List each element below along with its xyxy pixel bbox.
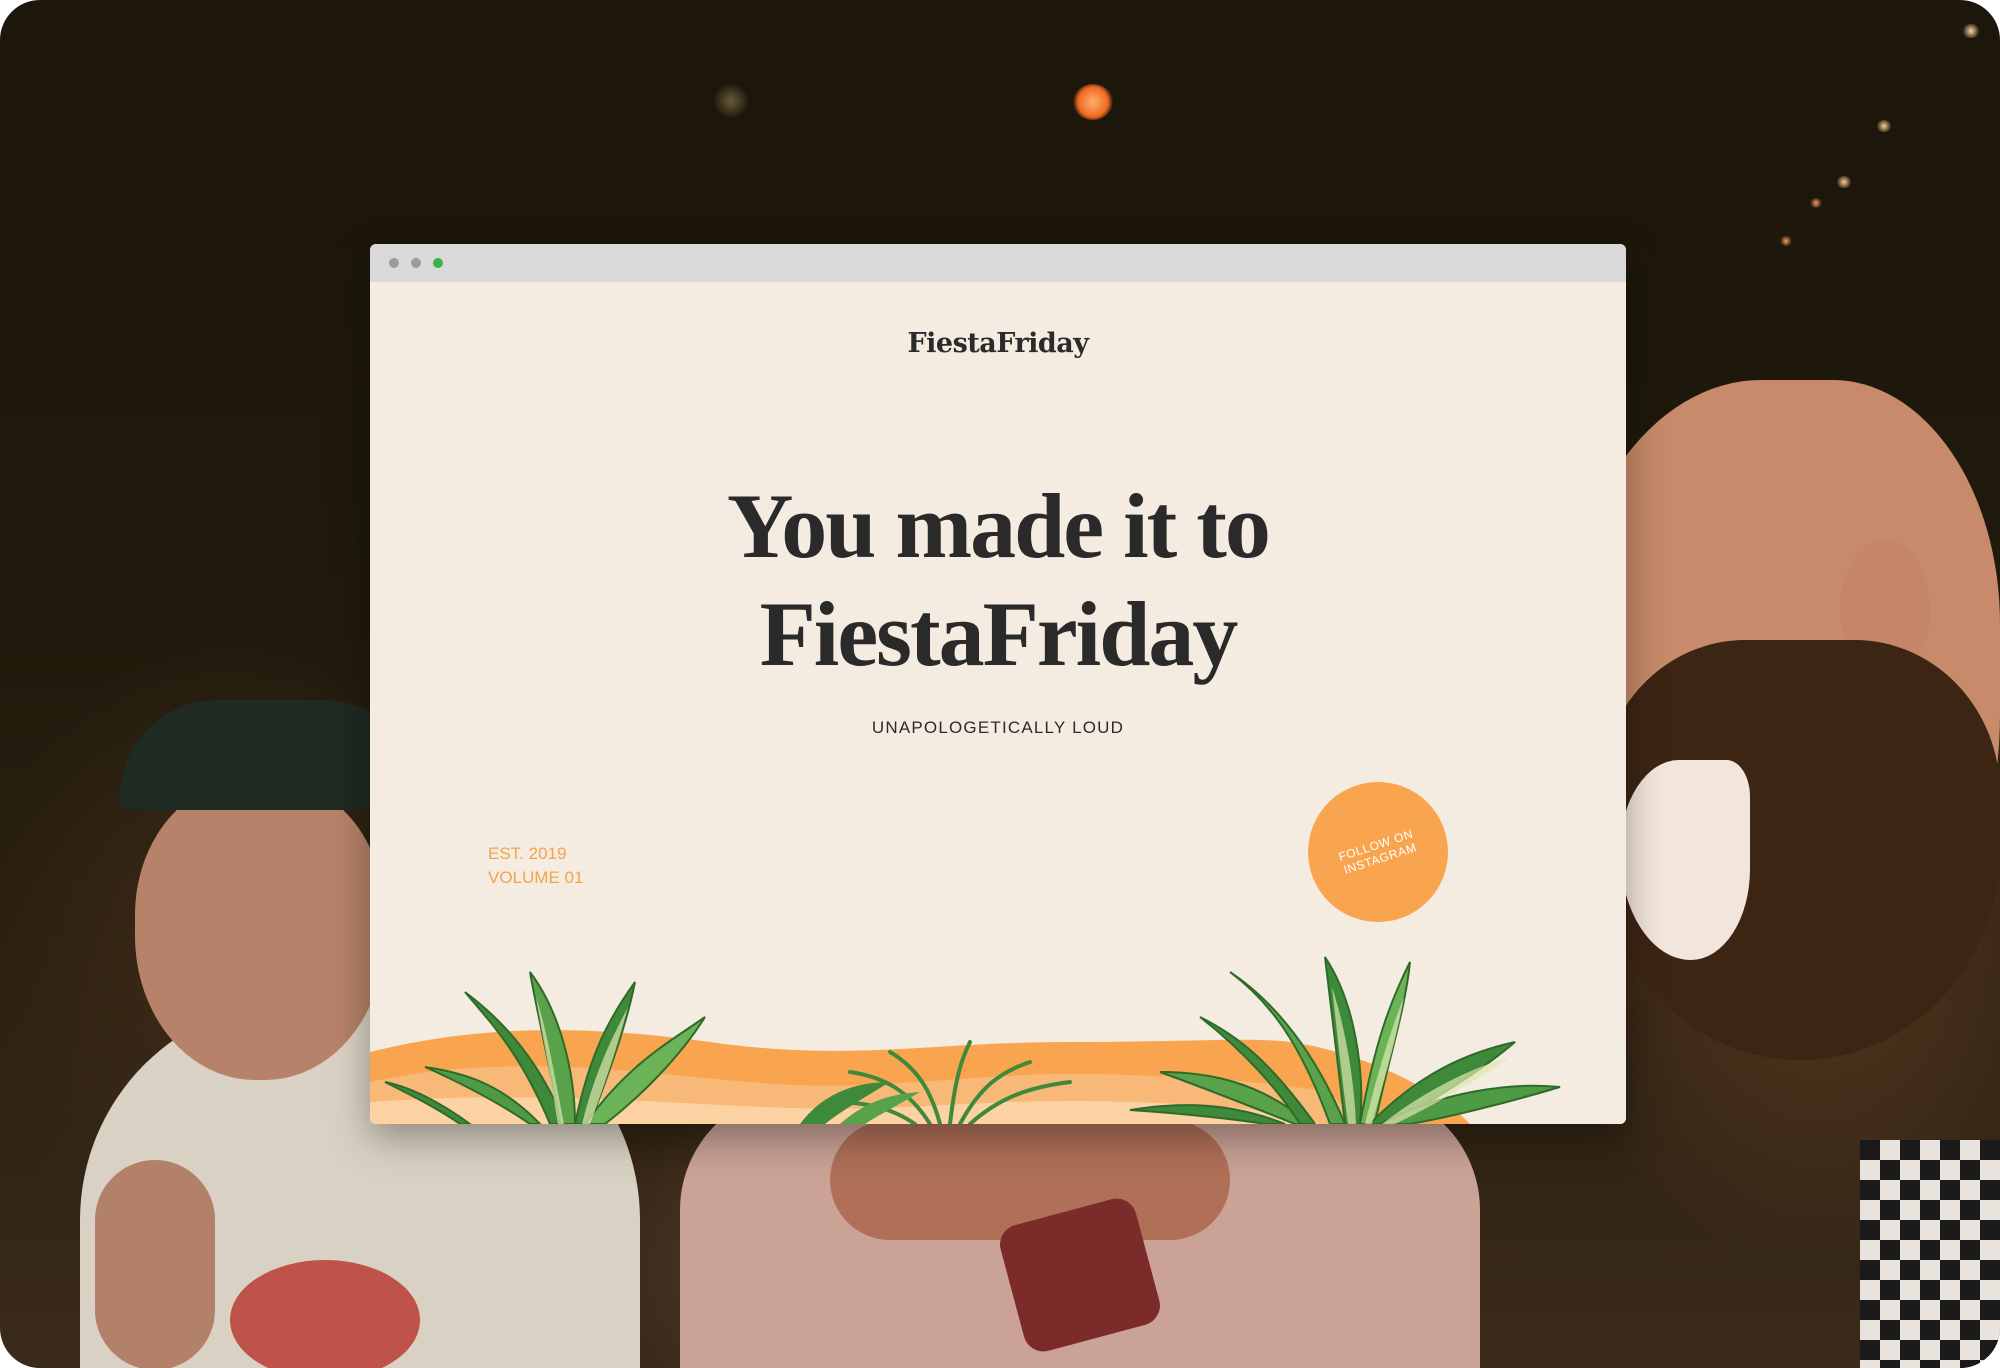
site-logo[interactable]: FiestaFriday xyxy=(370,328,1626,359)
follow-instagram-label: FOLLOW ON INSTAGRAM xyxy=(1331,825,1425,879)
window-close-button[interactable] xyxy=(389,258,399,268)
left-person-shirt-print xyxy=(230,1260,420,1368)
right-person-checkered-shirt xyxy=(1860,1140,2000,1368)
volume-label: VOLUME 01 xyxy=(488,868,584,887)
tropical-leaves-illustration-icon xyxy=(370,956,1561,1124)
window-minimize-button[interactable] xyxy=(411,258,421,268)
string-light xyxy=(1962,24,1980,38)
left-person-arm xyxy=(95,1160,215,1368)
hero-tagline: UNAPOLOGETICALLY LOUD xyxy=(871,718,1125,737)
window-maximize-button[interactable] xyxy=(433,258,443,268)
hero-headline: You made it to FiestaFriday xyxy=(370,472,1626,688)
hero-headline-line-2: FiestaFriday xyxy=(759,583,1239,685)
follow-instagram-button[interactable]: FOLLOW ON INSTAGRAM xyxy=(1308,782,1448,922)
browser-titlebar xyxy=(370,244,1626,282)
string-light xyxy=(1780,236,1792,246)
established-label: EST. 2019 xyxy=(488,844,567,863)
string-light xyxy=(1836,176,1852,188)
browser-window: FiestaFriday You made it to FiestaFriday… xyxy=(370,244,1626,1124)
ceiling-light-dim xyxy=(714,84,748,118)
edition-info: EST. 2019 VOLUME 01 xyxy=(488,842,583,890)
string-light xyxy=(1876,120,1892,132)
ceiling-light xyxy=(1073,84,1113,120)
hero-headline-line-1: You made it to xyxy=(727,475,1271,577)
string-light xyxy=(1810,198,1822,208)
left-person-face xyxy=(135,780,385,1080)
web-page: FiestaFriday You made it to FiestaFriday… xyxy=(370,282,1626,1124)
